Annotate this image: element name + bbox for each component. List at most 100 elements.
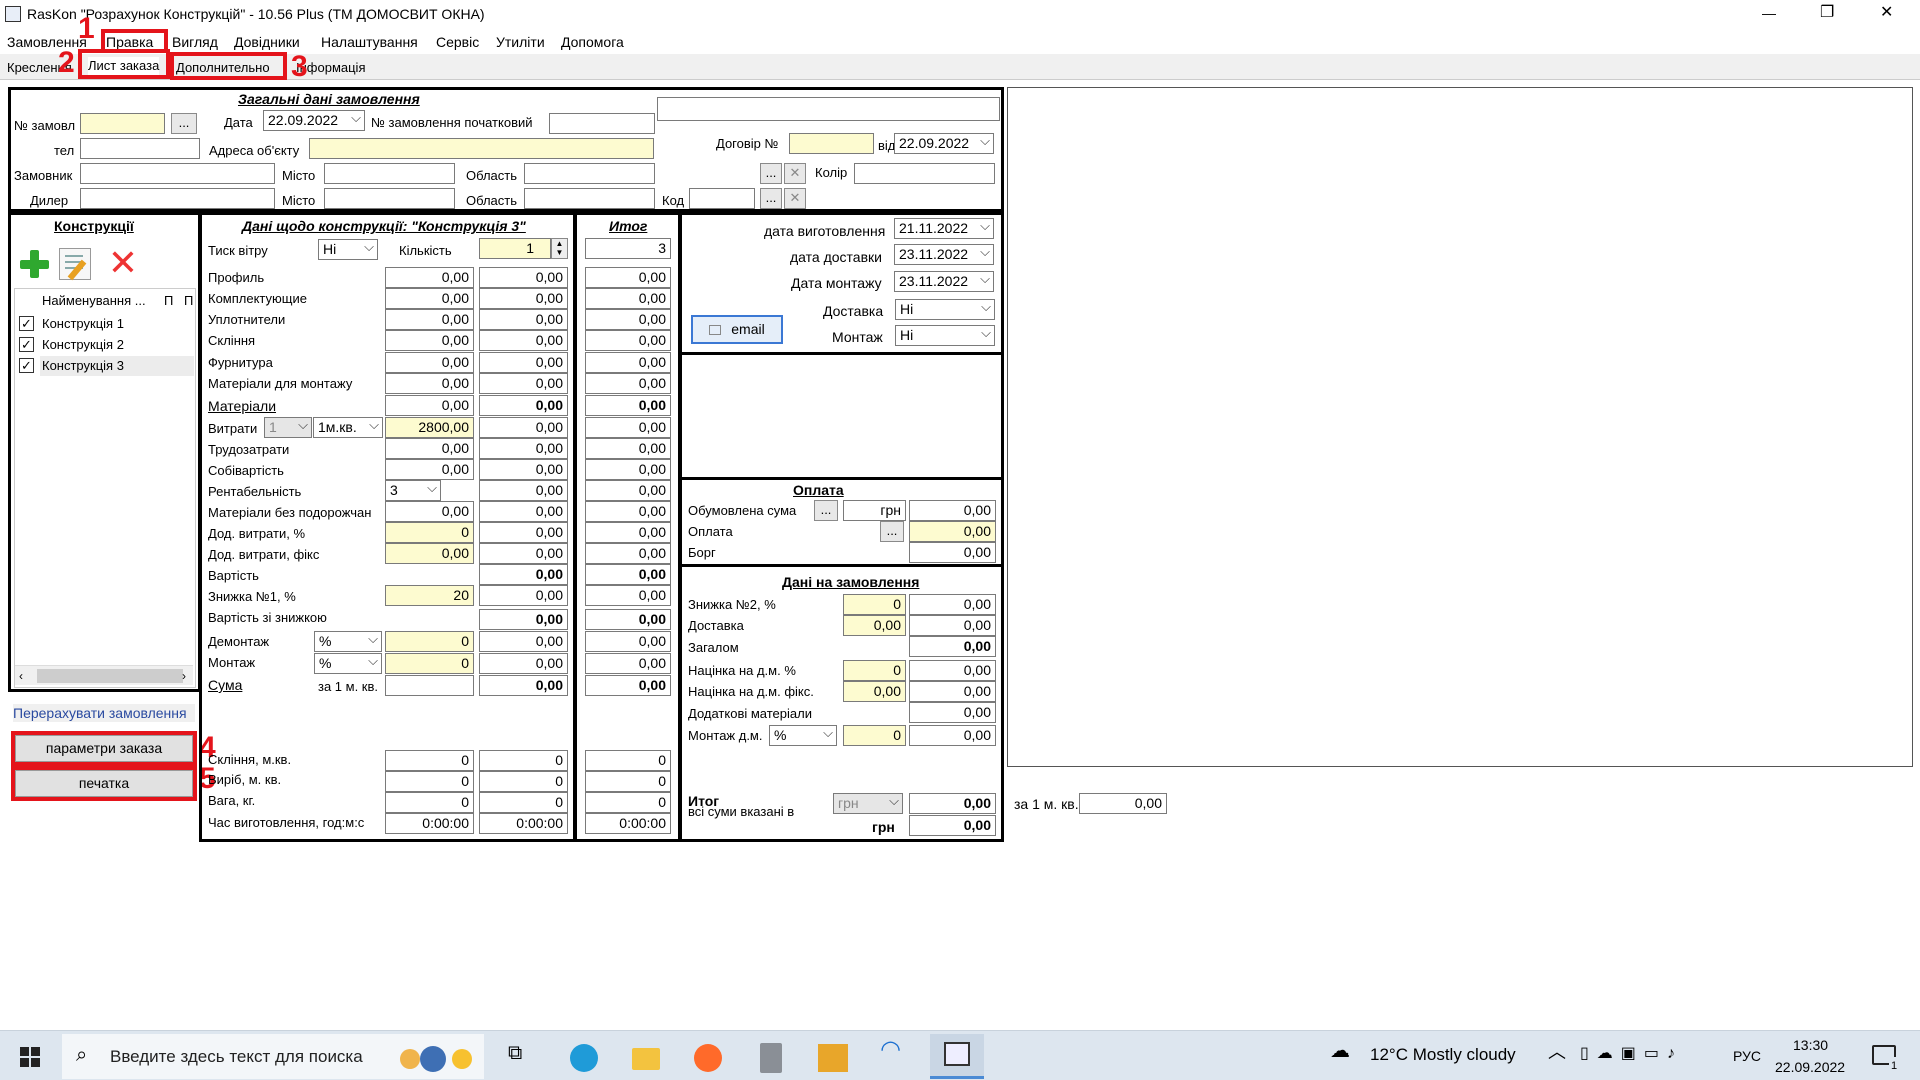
qty-input[interactable]: 1 bbox=[479, 238, 551, 259]
clock-date[interactable]: 22.09.2022 bbox=[1775, 1058, 1845, 1076]
paid-browse-button[interactable]: ... bbox=[880, 521, 904, 542]
edge-icon[interactable] bbox=[570, 1044, 598, 1072]
disc2-a[interactable]: 0 bbox=[843, 594, 906, 615]
menu-settings[interactable]: Налаштування bbox=[321, 33, 418, 51]
mount-a[interactable]: 0 bbox=[385, 653, 474, 674]
recalc-order-link[interactable]: Перерахувати замовлення bbox=[13, 704, 195, 722]
detail-row-a[interactable]: 0,00 bbox=[385, 395, 474, 416]
delivery-select[interactable]: Ні bbox=[895, 299, 995, 320]
mountdm-select[interactable]: % bbox=[769, 725, 837, 746]
customer-input[interactable] bbox=[80, 163, 275, 184]
detail-row-a[interactable]: 0,00 bbox=[385, 288, 474, 309]
horizontal-scrollbar[interactable]: ‹ › bbox=[15, 665, 193, 685]
prod-date-picker[interactable]: 21.11.2022 bbox=[894, 218, 994, 239]
raskon-taskbar-icon[interactable] bbox=[930, 1034, 984, 1079]
deliv-date-picker[interactable]: 23.11.2022 bbox=[894, 244, 994, 265]
od-delivery-a[interactable]: 0,00 bbox=[843, 615, 906, 636]
mountdm-a[interactable]: 0 bbox=[843, 725, 906, 746]
language-indicator[interactable]: РУС bbox=[1733, 1047, 1761, 1065]
edit-construction-icon[interactable] bbox=[59, 248, 91, 281]
profit-select[interactable]: 3 bbox=[385, 480, 441, 501]
wind-select[interactable]: Ні bbox=[318, 239, 378, 260]
color-input[interactable] bbox=[854, 163, 995, 184]
email-button[interactable]: email bbox=[691, 315, 783, 344]
phone-input[interactable] bbox=[80, 138, 200, 159]
construction-3-checkbox[interactable]: ✓ bbox=[19, 358, 34, 373]
clock-time[interactable]: 13:30 bbox=[1793, 1036, 1828, 1054]
extra-fix-a[interactable]: 0,00 bbox=[385, 543, 474, 564]
windows-start-icon[interactable] bbox=[20, 1047, 40, 1067]
firefox-icon[interactable] bbox=[694, 1044, 722, 1072]
detail-row-a[interactable]: 0,00 bbox=[385, 373, 474, 394]
summary-currency-select[interactable]: грн bbox=[833, 793, 903, 814]
dealer-browse-button[interactable]: ... bbox=[760, 188, 782, 209]
install-select[interactable]: Ні bbox=[895, 325, 995, 346]
sum-label[interactable]: Сума bbox=[208, 676, 242, 694]
add-construction-icon[interactable] bbox=[18, 248, 50, 280]
minimize-button[interactable]: — bbox=[1762, 4, 1776, 22]
start-no-input[interactable] bbox=[549, 113, 655, 134]
dealer-city-input[interactable] bbox=[324, 188, 455, 209]
dismantle-select[interactable]: % bbox=[314, 631, 382, 652]
labor-a[interactable]: 0,00 bbox=[385, 438, 474, 459]
task-view-icon[interactable]: ⧉ bbox=[508, 1043, 522, 1063]
col-p2-header[interactable]: П bbox=[184, 292, 193, 310]
customer-clear-button[interactable]: ✕ bbox=[784, 163, 806, 184]
date-picker[interactable]: 22.09.2022 bbox=[263, 110, 365, 131]
cost-a[interactable]: 0,00 bbox=[385, 459, 474, 480]
tray-chevron-icon[interactable]: ︿ bbox=[1548, 1043, 1566, 1061]
construction-1-checkbox[interactable]: ✓ bbox=[19, 316, 34, 331]
contract-input[interactable] bbox=[789, 133, 874, 154]
paid-value[interactable]: 0,00 bbox=[909, 521, 996, 542]
order-no-browse-button[interactable]: ... bbox=[171, 113, 197, 134]
explorer-icon[interactable] bbox=[632, 1048, 660, 1070]
agreed-value[interactable]: 0,00 bbox=[909, 500, 996, 521]
app-launcher-icon[interactable] bbox=[818, 1044, 848, 1072]
construction-2-checkbox[interactable]: ✓ bbox=[19, 337, 34, 352]
contract-date-picker[interactable]: 22.09.2022 bbox=[894, 133, 994, 154]
markup-fix-a[interactable]: 0,00 bbox=[843, 681, 906, 702]
mount-select[interactable]: % bbox=[314, 653, 382, 674]
detail-row-a[interactable]: 0,00 bbox=[385, 309, 474, 330]
maximize-button[interactable]: ❐ bbox=[1820, 4, 1834, 22]
menu-service[interactable]: Сервіс bbox=[436, 33, 479, 51]
col-p1-header[interactable]: П bbox=[164, 292, 173, 310]
header-extra-field[interactable] bbox=[657, 97, 1000, 121]
expenses-unit-select[interactable]: 1м.кв. bbox=[313, 417, 383, 438]
detail-row-a[interactable]: 0,00 bbox=[385, 267, 474, 288]
extra-pct-a[interactable]: 0 bbox=[385, 522, 474, 543]
menu-utilities[interactable]: Утиліти bbox=[496, 33, 545, 51]
detail-row-a[interactable]: 0,00 bbox=[385, 330, 474, 351]
order-params-button[interactable]: параметри заказа bbox=[15, 735, 193, 762]
agreed-browse-button[interactable]: ... bbox=[814, 500, 838, 521]
calculator-icon[interactable] bbox=[760, 1043, 782, 1073]
expenses-a[interactable]: 2800,00 bbox=[385, 417, 474, 438]
menu-view[interactable]: Вигляд bbox=[172, 33, 218, 51]
delete-construction-icon[interactable]: ✕ bbox=[106, 245, 140, 281]
disc1-a[interactable]: 20 bbox=[385, 585, 474, 606]
wifi-app-icon[interactable]: ◠ bbox=[880, 1038, 901, 1062]
print-button[interactable]: печатка bbox=[15, 770, 193, 797]
menu-help[interactable]: Допомога bbox=[561, 33, 624, 51]
customer-browse-button[interactable]: ... bbox=[760, 163, 782, 184]
detail-row-a[interactable]: 0,00 bbox=[385, 352, 474, 373]
expenses-qty-select[interactable]: 1 bbox=[264, 417, 312, 438]
mat-nomarkup-a[interactable]: 0,00 bbox=[385, 501, 474, 522]
mount-date-picker[interactable]: 23.11.2022 bbox=[894, 271, 994, 292]
weather-text[interactable]: 12°C Mostly cloudy bbox=[1370, 1046, 1516, 1064]
order-no-input[interactable] bbox=[80, 113, 165, 134]
menu-directories[interactable]: Довідники bbox=[234, 33, 300, 51]
taskbar-search-box[interactable]: ⌕ Введите здесь текст для поиска bbox=[62, 1034, 484, 1079]
tray-icons[interactable]: ▯☁▣▭♪ bbox=[1580, 1045, 1683, 1063]
menu-order[interactable]: Замовлення bbox=[7, 33, 87, 51]
customer-city-input[interactable] bbox=[324, 163, 455, 184]
dealer-clear-button[interactable]: ✕ bbox=[784, 188, 806, 209]
dismantle-a[interactable]: 0 bbox=[385, 631, 474, 652]
dealer-region-input[interactable] bbox=[524, 188, 655, 209]
qty-spinner[interactable]: ▲ ▼ bbox=[551, 238, 568, 259]
detail-row-label[interactable]: Матеріали bbox=[208, 397, 276, 415]
customer-region-input[interactable] bbox=[524, 163, 655, 184]
col-name-header[interactable]: Найменування ... bbox=[42, 292, 146, 310]
markup-pct-a[interactable]: 0 bbox=[843, 660, 906, 681]
close-button[interactable]: ✕ bbox=[1880, 4, 1893, 22]
